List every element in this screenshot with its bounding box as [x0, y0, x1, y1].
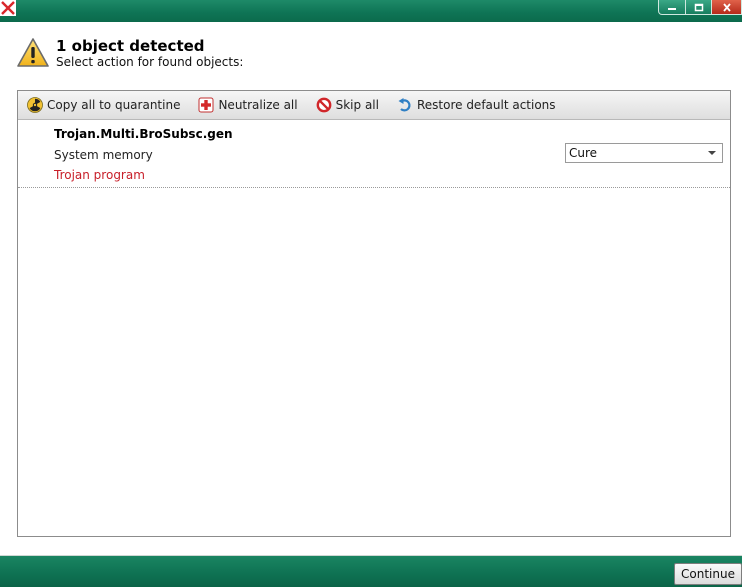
page-subtitle: Select action for found objects:	[56, 55, 244, 69]
warning-icon	[17, 38, 49, 67]
close-icon	[722, 2, 731, 12]
close-button[interactable]	[712, 0, 742, 15]
minimize-button[interactable]	[658, 0, 686, 15]
window-controls	[658, 0, 742, 15]
medical-cross-icon	[198, 97, 214, 113]
restore-default-actions-button[interactable]: Restore default actions	[397, 97, 556, 113]
undo-arrow-icon	[398, 98, 411, 112]
title-bar	[0, 0, 742, 22]
continue-button[interactable]: Continue	[674, 563, 742, 585]
prohibited-icon	[316, 97, 332, 113]
minimize-icon	[668, 8, 676, 10]
threat-location: System memory	[54, 148, 153, 162]
action-dropdown[interactable]: Cure	[565, 143, 723, 163]
kaspersky-app-icon	[0, 0, 16, 16]
chevron-down-icon	[708, 151, 716, 155]
actions-toolbar: Copy all to quarantine Neutralize all Sk…	[18, 91, 730, 120]
skip-all-button[interactable]: Skip all	[316, 97, 379, 113]
threat-name: Trojan.Multi.BroSubsc.gen	[54, 127, 233, 141]
threat-type: Trojan program	[54, 168, 145, 182]
footer-bar	[0, 555, 742, 587]
copy-all-to-quarantine-button[interactable]: Copy all to quarantine	[27, 97, 180, 113]
copy-all-to-quarantine-label: Copy all to quarantine	[47, 98, 181, 112]
action-dropdown-value: Cure	[569, 146, 598, 160]
maximize-icon	[694, 3, 703, 11]
neutralize-all-button[interactable]: Neutralize all	[198, 97, 298, 113]
maximize-button[interactable]	[686, 0, 712, 15]
list-item[interactable]: Trojan.Multi.BroSubsc.gen System memory …	[18, 120, 730, 188]
detected-objects-panel: Copy all to quarantine Neutralize all Sk…	[17, 90, 731, 537]
neutralize-all-label: Neutralize all	[218, 98, 298, 112]
radiation-icon	[27, 97, 43, 113]
skip-all-label: Skip all	[335, 98, 379, 112]
page-title: 1 object detected	[56, 37, 205, 55]
restore-default-actions-label: Restore default actions	[416, 98, 556, 112]
